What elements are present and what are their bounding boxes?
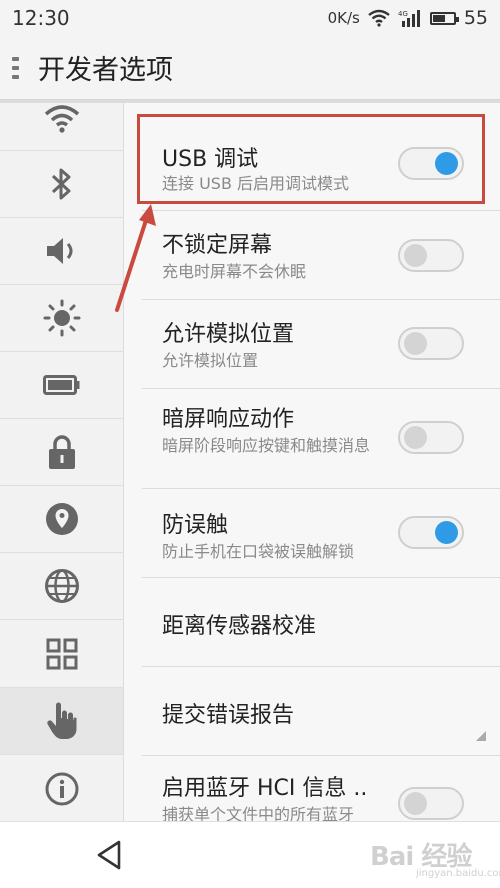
annotation-arrow [115,204,156,312]
watermark: Bai 经验 jingyan.baidu.com [370,836,500,884]
watermark-url: jingyan.baidu.com [416,868,500,879]
back-button[interactable] [88,834,130,876]
back-triangle-icon [97,840,121,870]
